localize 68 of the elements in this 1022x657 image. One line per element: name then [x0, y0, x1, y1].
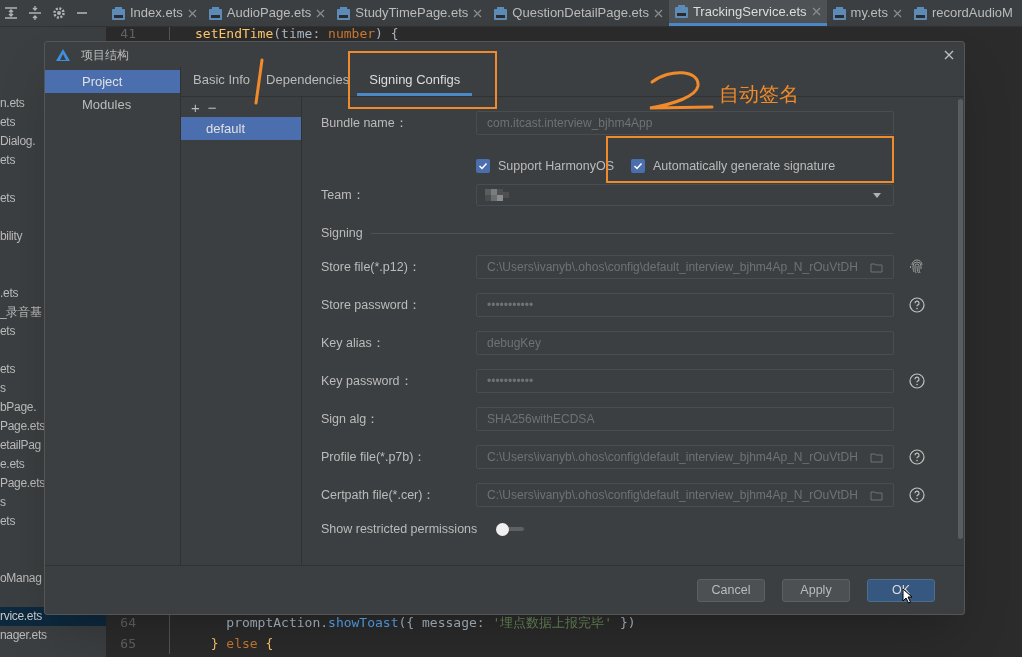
field-label: Key password：: [321, 372, 414, 390]
blurred-value: [485, 189, 509, 201]
tab[interactable]: Signing Configs: [357, 67, 473, 96]
tab[interactable]: Dependencies: [258, 67, 358, 96]
close-icon[interactable]: [892, 8, 902, 18]
dialog-button[interactable]: Cancel: [697, 578, 765, 602]
line-number: 41: [119, 27, 136, 40]
help-icon[interactable]: [909, 373, 925, 389]
checkmark-icon: [478, 161, 488, 171]
close-icon[interactable]: [944, 49, 954, 60]
file-icon: [674, 5, 688, 18]
help-icon[interactable]: [909, 449, 925, 465]
help-icon[interactable]: [909, 487, 925, 503]
field-label: Key alias：: [321, 334, 386, 352]
annotation-text: 自动签名: [719, 84, 799, 104]
scrollbar-thumb[interactable]: [958, 99, 963, 539]
remove-button[interactable]: −: [207, 99, 217, 115]
field-label: Store password：: [321, 296, 422, 314]
editor-tab[interactable]: TrackingService.ets: [668, 0, 827, 26]
file-icon: [337, 6, 351, 20]
code-line: setEndTime(time: number) {: [194, 27, 399, 40]
nav-item[interactable]: Project: [45, 70, 180, 93]
nav-item[interactable]: Modules: [45, 93, 180, 116]
help-icon[interactable]: [909, 297, 925, 313]
dialog-button[interactable]: Apply: [782, 578, 850, 602]
tab[interactable]: Basic Info: [185, 67, 259, 96]
collapse-all-icon[interactable]: [28, 6, 42, 20]
file-icon: [208, 6, 222, 20]
checkbox[interactable]: [631, 159, 646, 173]
annotation-number-two: [648, 71, 714, 110]
settings-icon[interactable]: [52, 6, 66, 20]
section-title: Signing: [321, 224, 363, 242]
field-label: Profile file(*.p7b)：: [321, 448, 428, 466]
editor-tab[interactable]: StudyTimePage.ets: [331, 0, 489, 26]
file-icon: [494, 6, 508, 20]
editor-tab[interactable]: my.ets: [826, 0, 908, 26]
close-icon[interactable]: [653, 8, 663, 18]
file-icon: [112, 6, 125, 20]
close-icon[interactable]: [316, 8, 326, 18]
expand-all-icon[interactable]: [4, 6, 18, 20]
checkmark-icon: [633, 161, 644, 171]
field-label: Bundle name：: [321, 114, 409, 132]
code-line: } else {: [209, 634, 274, 653]
logo-icon: [55, 47, 71, 62]
field-label: Store file(*.p12)：: [321, 258, 422, 276]
config-item[interactable]: default: [181, 117, 301, 140]
editor-tab[interactable]: Index.ets: [106, 0, 203, 26]
close-icon[interactable]: [187, 8, 197, 18]
field-label: Show restricted permissions: [321, 520, 479, 538]
field-label: Sign alg：: [321, 410, 381, 428]
dialog-title: 项目结构: [81, 46, 129, 64]
editor-tab[interactable]: QuestionDetailPage.ets: [488, 0, 669, 26]
caret-icon: [873, 192, 881, 198]
checkbox[interactable]: [476, 159, 490, 173]
fingerprint-icon[interactable]: [909, 259, 925, 275]
file-icon: [913, 6, 927, 20]
close-icon[interactable]: [473, 8, 483, 18]
editor-tab[interactable]: AudioPage.ets: [202, 0, 332, 26]
field-label: Certpath file(*.cer)：: [321, 486, 437, 504]
toggle-switch[interactable]: [496, 522, 524, 536]
field-label: Team：: [321, 186, 366, 204]
tree-item[interactable]: nager.ets: [0, 626, 106, 645]
annotation-number-one: [254, 58, 264, 105]
checkbox-label: Automatically generate signature: [653, 157, 836, 175]
code-line: promptAction.showToast({ message: '埋点数据上报完毕' }): [225, 613, 636, 632]
editor-tab[interactable]: recordAudioM: [907, 0, 1019, 26]
file-icon: [832, 6, 846, 20]
add-button[interactable]: +: [191, 99, 200, 115]
